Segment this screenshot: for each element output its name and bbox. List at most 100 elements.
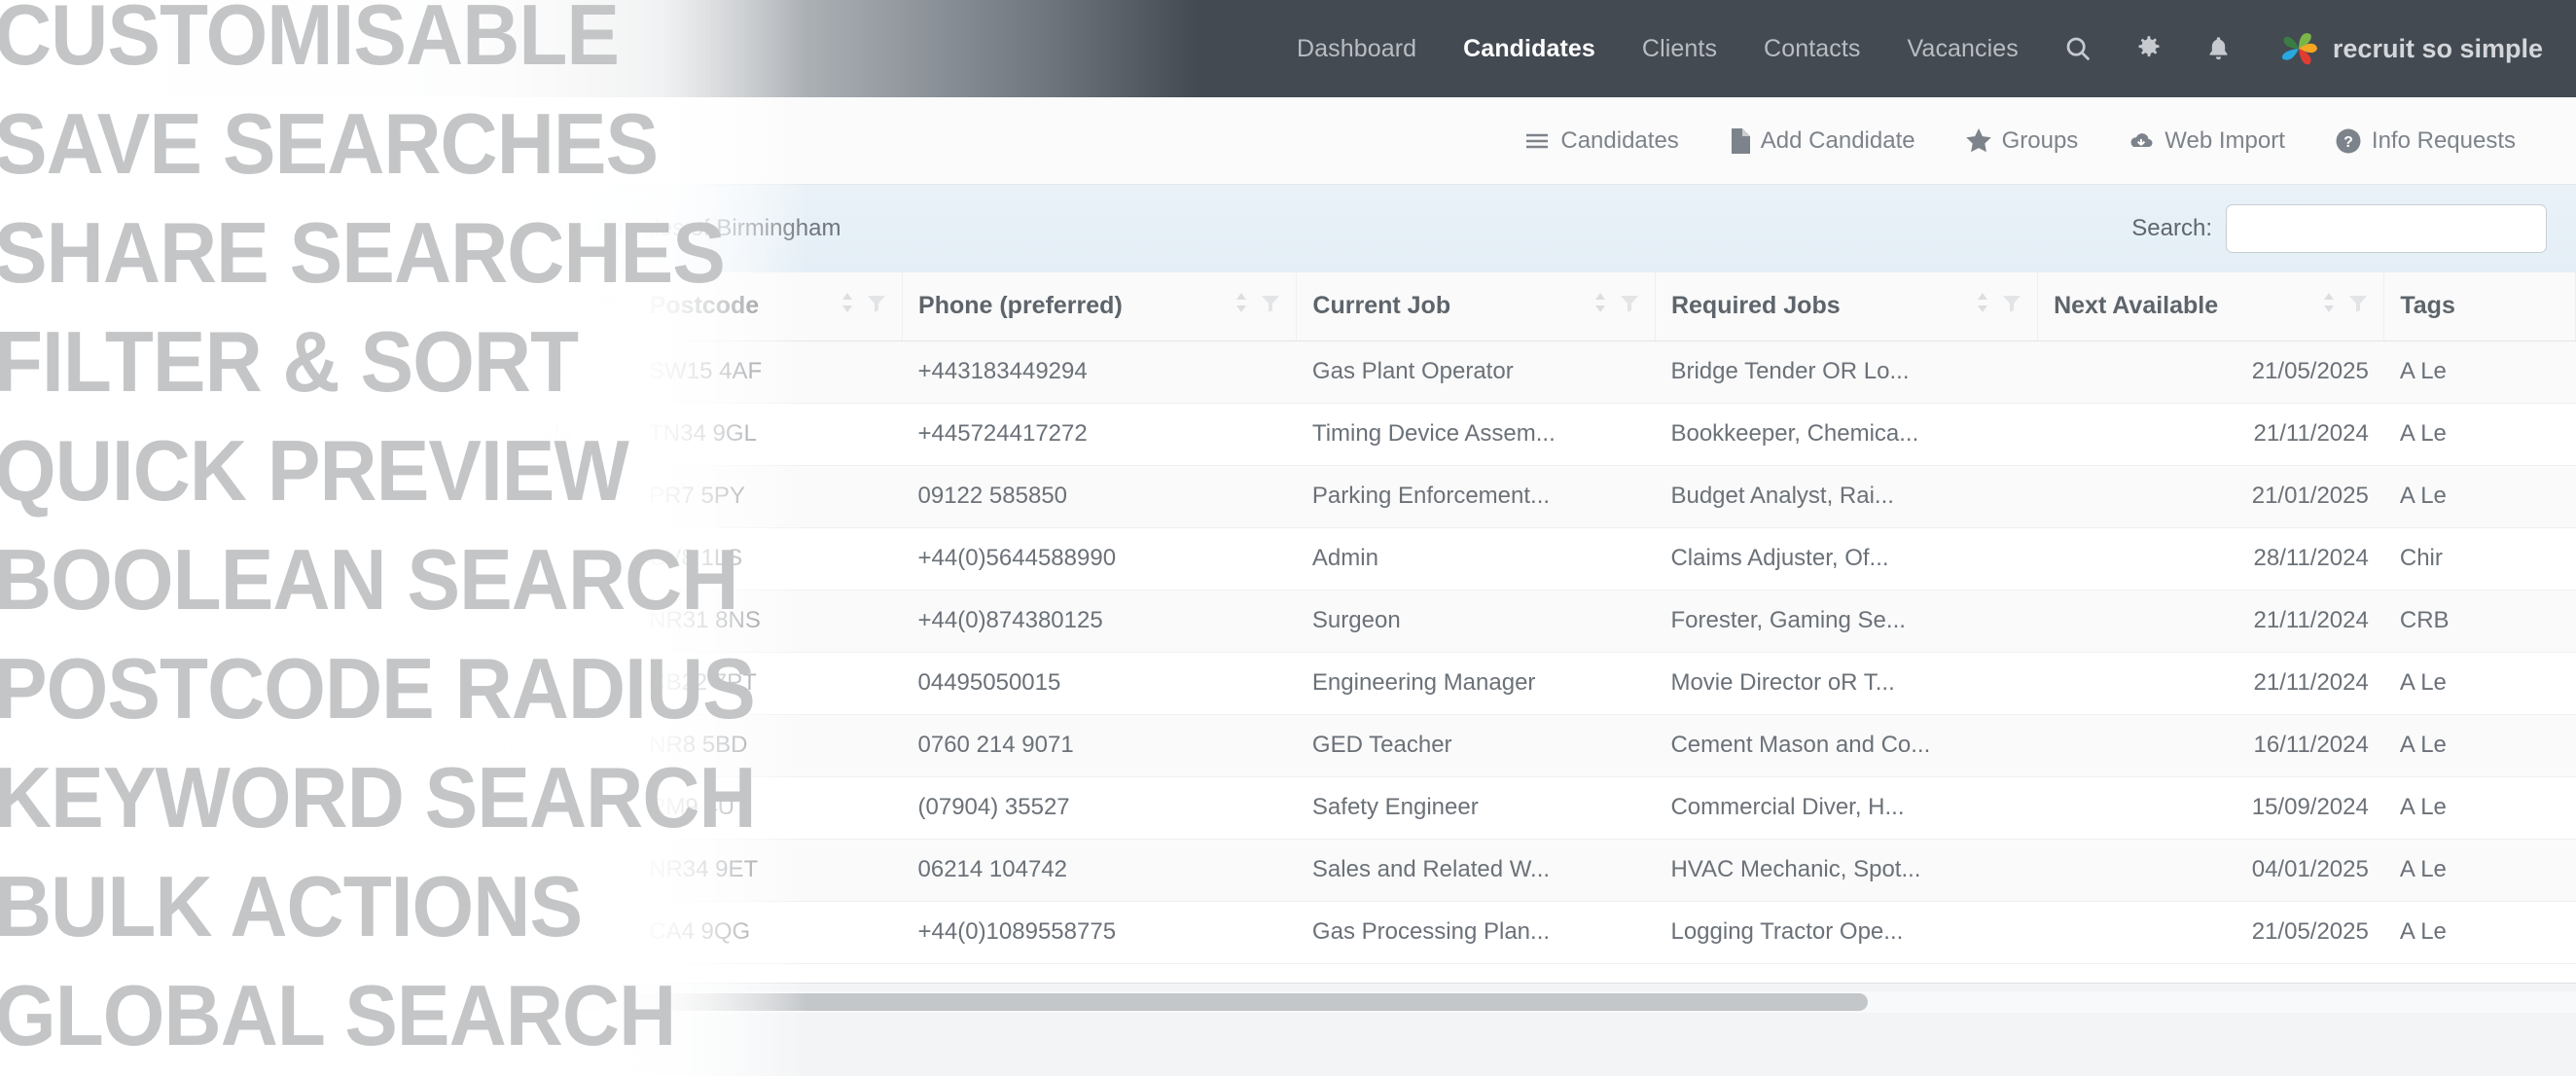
cell-required-jobs: Movie Director oR T... (1655, 652, 2038, 715)
column-label-town: Town (375, 292, 437, 320)
clear-button[interactable]: Clear (16, 203, 124, 254)
cell-postcode: CV8 1LS (633, 527, 903, 591)
cell-tags: Chir (2383, 527, 2576, 591)
cell-next-available: 21/11/2024 (2037, 652, 2384, 715)
horizontal-scrollbar-thumb[interactable] (58, 993, 1868, 1011)
action-bar: Clear Actions ▼ Current Search: Engineer… (0, 185, 2576, 272)
gear-icon[interactable] (2114, 35, 2184, 62)
table-row[interactable]: Morgan North Suzanneside TN34 9GL +44572… (0, 403, 2576, 466)
cell-postcode: NR31 8NS (633, 590, 903, 653)
cell-current-job: Gas Plant Operator (1296, 341, 1656, 404)
column-header-required-jobs[interactable]: Required Jobs (1655, 272, 2039, 341)
nav-link-dashboard[interactable]: Dashboard (1273, 35, 1440, 63)
filter-icon[interactable] (2002, 292, 2021, 320)
sort-icon[interactable] (296, 292, 311, 320)
table-row[interactable]: Lewis Reidburgh CA4 9QG +44(0)1089558775… (0, 901, 2576, 964)
sort-icon[interactable] (571, 292, 587, 320)
table-row[interactable]: Phillips New Deantown CV8 1LS +44(0)5644… (0, 527, 2576, 591)
table-row[interactable]: Rose New Stephen NR8 5BD 0760 214 9071 G… (0, 714, 2576, 777)
nav-link-contacts[interactable]: Contacts (1740, 35, 1883, 63)
cell-select[interactable] (0, 527, 144, 591)
filter-icon[interactable] (867, 292, 886, 320)
sort-icon[interactable] (1234, 292, 1249, 320)
sort-icon[interactable] (2321, 292, 2337, 320)
cell-select[interactable] (0, 652, 144, 715)
subnav-item-web-import[interactable]: Web Import (2103, 127, 2310, 155)
column-label-tags: Tags (2400, 292, 2455, 320)
actions-dropdown-button[interactable]: Actions ▼ (124, 203, 285, 254)
cell-tags: A Le (2383, 714, 2576, 777)
cell-surname: Murphy (143, 776, 359, 840)
filter-icon[interactable] (108, 292, 127, 320)
search-input[interactable] (2226, 204, 2547, 253)
cell-next-available: 21/11/2024 (2037, 403, 2384, 466)
cell-phone: +443183449294 (902, 341, 1297, 404)
sort-icon[interactable] (81, 292, 96, 320)
cell-tags: CRB (2383, 590, 2576, 653)
table-row[interactable]: Wood East Rebecca CB22 7PT 04495050015 E… (0, 652, 2576, 715)
cell-select[interactable] (0, 776, 144, 840)
subnav-item-info-requests[interactable]: ? Info Requests (2310, 127, 2541, 155)
subnav-item-groups[interactable]: Groups (1941, 127, 2104, 155)
cell-required-jobs: Commercial Diver, H... (1655, 776, 2038, 840)
subnav-item-add-candidate[interactable]: Add Candidate (1704, 127, 1941, 155)
table-row[interactable]: Campbell Leeland SW15 4AF +443183449294 … (0, 341, 2576, 404)
column-header-town[interactable]: Town (358, 272, 634, 341)
cell-next-available: 15/09/2024 (2037, 776, 2384, 840)
cell-select[interactable] (0, 590, 144, 653)
filter-icon[interactable] (323, 292, 342, 320)
bell-icon[interactable] (2184, 35, 2253, 63)
cell-select[interactable] (0, 901, 144, 964)
column-header-surname[interactable] (143, 272, 360, 341)
cell-postcode: SW15 4AF (633, 341, 903, 404)
cell-phone: 06214 104742 (902, 839, 1297, 902)
cell-phone: +44(0)1089558775 (902, 901, 1297, 964)
nav-link-vacancies[interactable]: Vacancies (1884, 35, 2042, 63)
filter-icon[interactable] (2348, 292, 2368, 320)
cell-phone: 09122 585850 (902, 465, 1297, 528)
cell-next-available: 04/01/2025 (2037, 839, 2384, 902)
cell-town: East Rebecca (358, 652, 634, 715)
subnav-item-candidates[interactable]: Candidates (1499, 127, 1703, 155)
cell-surname: Rose (143, 714, 359, 777)
table-row[interactable]: Scott Scottside NR34 9ET 06214 104742 Sa… (0, 839, 2576, 902)
cell-select[interactable] (0, 341, 144, 404)
cell-select[interactable] (0, 403, 144, 466)
cell-town: South Elliott (358, 776, 634, 840)
nav-link-clients[interactable]: Clients (1619, 35, 1740, 63)
column-header-phone[interactable]: Phone (preferred) (902, 272, 1298, 341)
table-row[interactable]: Williams Greenland NR31 8NS +44(0)874380… (0, 590, 2576, 653)
table-row[interactable]: Robinson Knightmouth PR7 5PY 09122 58585… (0, 465, 2576, 528)
column-header-postcode[interactable]: Postcode (633, 272, 904, 341)
cell-tags: A Le (2383, 403, 2576, 466)
cell-current-job: Gas Processing Plan... (1296, 901, 1656, 964)
brand-name: recruit so simple (2332, 33, 2543, 63)
filter-icon[interactable] (598, 292, 618, 320)
filter-icon[interactable] (1261, 292, 1280, 320)
cell-phone: 04495050015 (902, 652, 1297, 715)
column-header-next-available[interactable]: Next Available (2037, 272, 2385, 341)
cell-town: Knightmouth (358, 465, 634, 528)
search-icon[interactable] (2042, 34, 2114, 63)
cell-surname: Wood (143, 652, 359, 715)
table-row[interactable]: Murphy South Elliott RM9 4UT (07904) 355… (0, 776, 2576, 840)
cell-select[interactable] (0, 465, 144, 528)
cell-select[interactable] (0, 714, 144, 777)
filter-icon[interactable] (1620, 292, 1639, 320)
cell-select[interactable] (0, 839, 144, 902)
sort-icon[interactable] (840, 292, 855, 320)
table-body: Campbell Leeland SW15 4AF +443183449294 … (0, 341, 2576, 964)
column-header-current-job[interactable]: Current Job (1296, 272, 1656, 341)
cell-surname: Robinson (143, 465, 359, 528)
subnav-label-candidates: Candidates (1560, 126, 1679, 154)
cell-town: Scottside (358, 839, 634, 902)
nav-link-candidates[interactable]: Candidates (1440, 35, 1619, 63)
sort-icon[interactable] (1592, 292, 1608, 320)
cell-town: New Stephen (358, 714, 634, 777)
sort-icon[interactable] (1975, 292, 1990, 320)
chevron-down-icon: ▼ (242, 219, 259, 237)
brand-logo[interactable]: recruit so simple (2253, 29, 2543, 68)
column-header-tags[interactable]: Tags (2383, 272, 2576, 341)
column-header-select[interactable] (0, 272, 144, 341)
cell-current-job: GED Teacher (1296, 714, 1656, 777)
